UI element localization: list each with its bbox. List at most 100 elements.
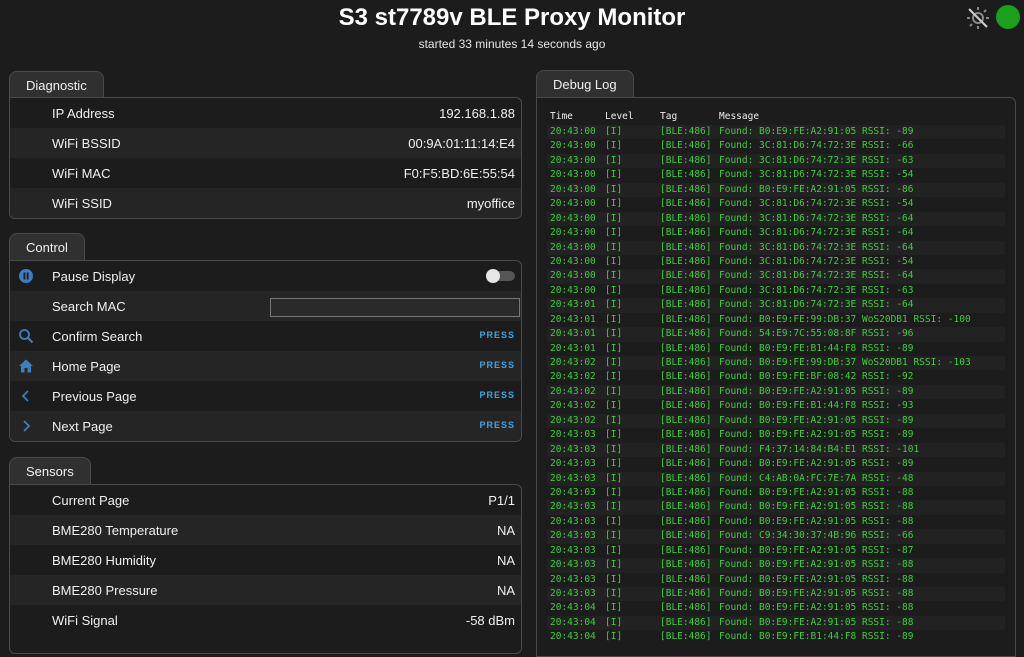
log-tag: [BLE:486] — [660, 573, 712, 585]
search-mac-label: Search MAC — [52, 299, 126, 314]
log-message: Found: 3C:81:D6:74:72:3E RSSI: -64 — [719, 299, 914, 311]
log-row: 20:43:00 [I] [BLE:486] Found: 3C:81:D6:74:7… — [547, 255, 1005, 269]
log-row: 20:43:01 [I] [BLE:486] Found: 3C:81:D6:74:7… — [547, 298, 1005, 313]
log-row: 20:43:02 [I] [BLE:486] Found: B0:E9:FE:99:D… — [547, 356, 1005, 371]
log-level: [I] — [605, 400, 623, 412]
sensor-row-temperature: BME280 Temperature NA — [10, 515, 521, 545]
log-tag: [BLE:486] — [660, 140, 712, 152]
toggle-knob — [486, 269, 500, 283]
pause-display-row: Pause Display — [10, 261, 521, 291]
debug-log-panel[interactable]: Time Level Tag Message 20:43:00 [I] [BLE:4… — [536, 97, 1016, 657]
log-row: 20:43:00 [I] [BLE:486] Found: 3C:81:D6:74:7… — [547, 139, 1005, 153]
log-tag: [BLE:486] — [660, 342, 712, 354]
row-value: P1/1 — [488, 493, 515, 508]
home-page-button[interactable]: PRESS — [479, 360, 515, 370]
debug-log-header: Time Level Tag Message — [547, 110, 1005, 125]
log-row: 20:43:03 [I] [BLE:486] Found: B0:E9:FE:A2:9… — [547, 500, 1005, 515]
log-level: [I] — [605, 486, 623, 498]
log-time: 20:43:01 — [550, 328, 596, 340]
control-panel: Pause Display Search MAC Confirm Search … — [9, 260, 522, 442]
log-tag: [BLE:486] — [660, 429, 712, 441]
log-time: 20:43:03 — [550, 501, 596, 513]
debug-log-rows: 20:43:00 [I] [BLE:486] Found: B0:E9:FE:A2:9… — [547, 125, 1005, 645]
log-message: Found: B0:E9:FE:A2:91:05 RSSI: -88 — [719, 602, 914, 614]
row-value: F0:F5:BD:6E:55:54 — [403, 166, 515, 181]
log-time: 20:43:01 — [550, 342, 596, 354]
pause-icon — [19, 269, 33, 283]
log-row: 20:43:00 [I] [BLE:486] Found: 3C:81:D6:74:7… — [547, 284, 1005, 298]
sensors-panel: Current Page P1/1 BME280 Temperature NA … — [9, 484, 522, 654]
tab-control[interactable]: Control — [9, 233, 85, 260]
log-time: 20:43:03 — [550, 429, 596, 441]
log-message: Found: C9:34:30:37:4B:96 RSSI: -66 — [719, 530, 914, 542]
previous-page-button[interactable]: PRESS — [479, 390, 515, 400]
confirm-search-button[interactable]: PRESS — [479, 330, 515, 340]
log-level: [I] — [605, 616, 623, 628]
log-time: 20:43:02 — [550, 371, 596, 383]
log-row: 20:43:03 [I] [BLE:486] Found: B0:E9:FE:A2:9… — [547, 515, 1005, 529]
theme-toggle-icon[interactable] — [966, 6, 990, 30]
log-tag: [BLE:486] — [660, 198, 712, 210]
column-header-tag: Tag — [660, 111, 678, 122]
next-page-row: Next Page PRESS — [10, 411, 521, 441]
log-message: Found: B0:E9:FE:A2:91:05 RSSI: -87 — [719, 544, 914, 556]
log-level: [I] — [605, 212, 623, 224]
log-tag: [BLE:486] — [660, 472, 712, 484]
sensor-row-current-page: Current Page P1/1 — [10, 485, 521, 515]
log-row: 20:43:03 [I] [BLE:486] Found: B0:E9:FE:A2:9… — [547, 486, 1005, 500]
log-tag: [BLE:486] — [660, 544, 712, 556]
log-level: [I] — [605, 357, 623, 368]
log-row: 20:43:00 [I] [BLE:486] Found: 3C:81:D6:74:7… — [547, 168, 1005, 182]
log-time: 20:43:02 — [550, 385, 596, 397]
log-time: 20:43:03 — [550, 443, 596, 455]
log-tag: [BLE:486] — [660, 414, 712, 426]
previous-page-label: Previous Page — [52, 389, 137, 404]
log-message: Found: B0:E9:FE:A2:91:05 RSSI: -88 — [719, 588, 914, 599]
log-message: Found: B0:E9:FE:A2:91:05 RSSI: -88 — [719, 616, 914, 628]
log-time: 20:43:00 — [550, 241, 596, 253]
sensor-row-pressure: BME280 Pressure NA — [10, 575, 521, 605]
tab-debug-log[interactable]: Debug Log — [536, 70, 634, 97]
log-message: Found: B0:E9:FE:A2:91:05 RSSI: -88 — [719, 559, 914, 571]
log-message: Found: B0:E9:FE:A2:91:05 RSSI: -89 — [719, 126, 914, 137]
log-level: [I] — [605, 458, 623, 470]
chevron-left-icon — [21, 390, 29, 402]
row-label: BME280 Pressure — [52, 583, 158, 598]
previous-page-row: Previous Page PRESS — [10, 381, 521, 411]
log-level: [I] — [605, 472, 623, 484]
log-row: 20:43:03 [I] [BLE:486] Found: B0:E9:FE:A2:9… — [547, 558, 1005, 573]
log-row: 20:43:04 [I] [BLE:486] Found: B0:E9:FE:B1:4… — [547, 630, 1005, 644]
diagnostic-row-bssid: WiFi BSSID 00:9A:01:11:14:E4 — [10, 128, 521, 158]
log-tag: [BLE:486] — [660, 284, 712, 296]
diagnostic-row-mac: WiFi MAC F0:F5:BD:6E:55:54 — [10, 158, 521, 188]
log-level: [I] — [605, 515, 623, 527]
log-message: Found: 3C:81:D6:74:72:3E RSSI: -66 — [719, 140, 914, 152]
log-message: Found: F4:37:14:84:B4:E1 RSSI: -101 — [719, 443, 920, 455]
log-row: 20:43:00 [I] [BLE:486] Found: B0:E9:FE:A2:9… — [547, 182, 1005, 198]
log-time: 20:43:04 — [550, 616, 596, 628]
pause-display-toggle[interactable] — [486, 269, 515, 283]
log-time: 20:43:00 — [550, 212, 596, 224]
search-mac-input[interactable] — [270, 298, 520, 317]
log-row: 20:43:02 [I] [BLE:486] Found: B0:E9:FE:B1:4… — [547, 399, 1005, 413]
next-page-button[interactable]: PRESS — [479, 420, 515, 430]
log-message: Found: 3C:81:D6:74:72:3E RSSI: -64 — [719, 227, 914, 239]
log-message: Found: B0:E9:FE:A2:91:05 RSSI: -89 — [719, 385, 914, 397]
log-message: Found: B0:E9:FE:B1:44:F8 RSSI: -89 — [719, 631, 914, 643]
row-value: 00:9A:01:11:14:E4 — [408, 136, 515, 151]
log-level: [I] — [605, 588, 623, 599]
log-row: 20:43:02 [I] [BLE:486] Found: B0:E9:FE:A2:9… — [547, 384, 1005, 400]
log-message: Found: B0:E9:FE:A2:91:05 RSSI: -86 — [719, 183, 914, 195]
log-level: [I] — [605, 501, 623, 513]
log-message: Found: B0:E9:FE:A2:91:05 RSSI: -89 — [719, 414, 914, 426]
tab-sensors[interactable]: Sensors — [9, 457, 91, 484]
log-time: 20:43:02 — [550, 357, 596, 368]
log-level: [I] — [605, 371, 623, 383]
row-label: BME280 Humidity — [52, 553, 157, 568]
log-row: 20:43:00 [I] [BLE:486] Found: 3C:81:D6:74:7… — [547, 269, 1005, 284]
log-tag: [BLE:486] — [660, 385, 712, 397]
log-time: 20:43:01 — [550, 313, 596, 325]
tab-diagnostic[interactable]: Diagnostic — [9, 71, 104, 98]
row-label: IP Address — [52, 106, 115, 121]
log-message: Found: 3C:81:D6:74:72:3E RSSI: -63 — [719, 284, 914, 296]
